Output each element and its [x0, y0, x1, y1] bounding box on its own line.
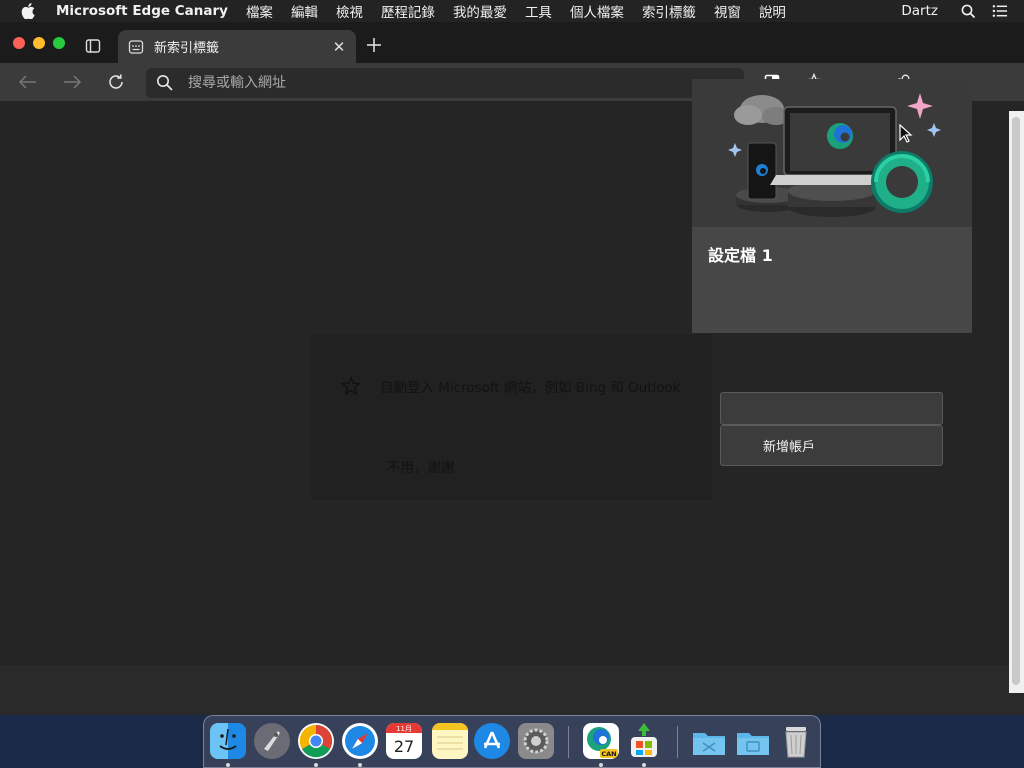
- add-account-button[interactable]: 新增帳戶: [720, 425, 943, 466]
- menu-profiles[interactable]: 個人檔案: [570, 1, 624, 21]
- sign-in-dialog: 自動登入 Microsoft 網站，例如 Bing 和 Outlook 不用，謝…: [311, 334, 712, 500]
- calendar-month: 11月: [396, 725, 412, 733]
- account-field[interactable]: [720, 392, 943, 425]
- menu-file[interactable]: 檔案: [246, 1, 273, 21]
- new-tab-icon[interactable]: [362, 33, 386, 57]
- refresh-icon[interactable]: [105, 71, 127, 93]
- new-tab-page-icon: [128, 39, 144, 55]
- menu-tabs[interactable]: 索引標籤: [642, 1, 696, 21]
- scrollbar-thumb[interactable]: [1012, 117, 1020, 685]
- status-strip: [0, 665, 1024, 715]
- mouse-cursor-icon: [899, 124, 913, 143]
- back-icon[interactable]: [17, 71, 39, 93]
- calendar-date: 27: [394, 737, 414, 756]
- user-name[interactable]: Dartz: [901, 3, 938, 19]
- menu-view[interactable]: 檢視: [336, 1, 363, 21]
- close-tab-icon[interactable]: ✕: [328, 36, 350, 58]
- profile-flyout: 設定檔 1: [692, 79, 972, 333]
- profile-name: 設定檔 1: [708, 246, 773, 265]
- zoom-window-button[interactable]: [53, 37, 65, 49]
- menu-history[interactable]: 歷程記錄: [381, 1, 435, 21]
- app-name-menu[interactable]: Microsoft Edge Canary: [56, 3, 228, 19]
- folder-icon[interactable]: [691, 723, 727, 759]
- trash-icon[interactable]: [778, 723, 814, 759]
- sparkle-icon: [728, 143, 742, 157]
- menu-tools[interactable]: 工具: [525, 1, 552, 21]
- close-window-button[interactable]: [13, 37, 25, 49]
- menu-edit[interactable]: 編輯: [291, 1, 318, 21]
- address-bar[interactable]: [146, 68, 744, 98]
- tab-actions-icon[interactable]: [84, 37, 102, 55]
- system-preferences-icon[interactable]: [518, 723, 554, 759]
- safari-icon[interactable]: [342, 723, 378, 759]
- minimize-window-button[interactable]: [33, 37, 45, 49]
- tab-title: 新索引標籤: [154, 41, 220, 56]
- notes-icon[interactable]: [432, 723, 468, 759]
- address-input[interactable]: [188, 75, 708, 91]
- edge-canary-icon[interactable]: CAN: [583, 723, 619, 759]
- menu-help[interactable]: 說明: [759, 1, 786, 21]
- control-center-icon[interactable]: [992, 3, 1008, 19]
- sparkle-icon: [927, 123, 941, 137]
- menu-bar: Microsoft Edge Canary 檔案 編輯 檢視 歷程記錄 我的最愛…: [0, 0, 1024, 22]
- finder-icon[interactable]: [210, 723, 246, 759]
- apple-icon[interactable]: [0, 3, 56, 19]
- launchpad-icon[interactable]: [254, 723, 290, 759]
- canary-badge: CAN: [601, 750, 616, 758]
- sparkle-icon: [907, 93, 933, 119]
- calendar-icon[interactable]: 11月 27: [386, 723, 422, 759]
- decline-button[interactable]: 不用，謝謝: [387, 456, 455, 476]
- dock: 11月 27 CAN: [203, 715, 821, 768]
- tab-new-tab[interactable]: 新索引標籤 ✕: [118, 30, 356, 63]
- phone-device: [747, 142, 777, 200]
- cloud-icon: [734, 95, 790, 125]
- installer-icon[interactable]: [626, 723, 662, 759]
- profile-hero-illustration: [692, 79, 972, 227]
- folder-icon[interactable]: [735, 723, 771, 759]
- spotlight-search-icon[interactable]: [960, 3, 976, 19]
- chrome-icon[interactable]: [298, 723, 334, 759]
- app-store-icon[interactable]: [474, 723, 510, 759]
- tab-strip: 新索引標籤 ✕: [0, 22, 1024, 63]
- search-icon: [156, 74, 174, 92]
- edge-logo-ring: [871, 151, 933, 213]
- sparkle-icon: [340, 375, 362, 396]
- auto-sign-in-text: 自動登入 Microsoft 網站，例如 Bing 和 Outlook: [380, 380, 681, 396]
- menu-window[interactable]: 視窗: [714, 1, 741, 21]
- forward-icon[interactable]: [61, 71, 83, 93]
- menu-favorites[interactable]: 我的最愛: [453, 1, 507, 21]
